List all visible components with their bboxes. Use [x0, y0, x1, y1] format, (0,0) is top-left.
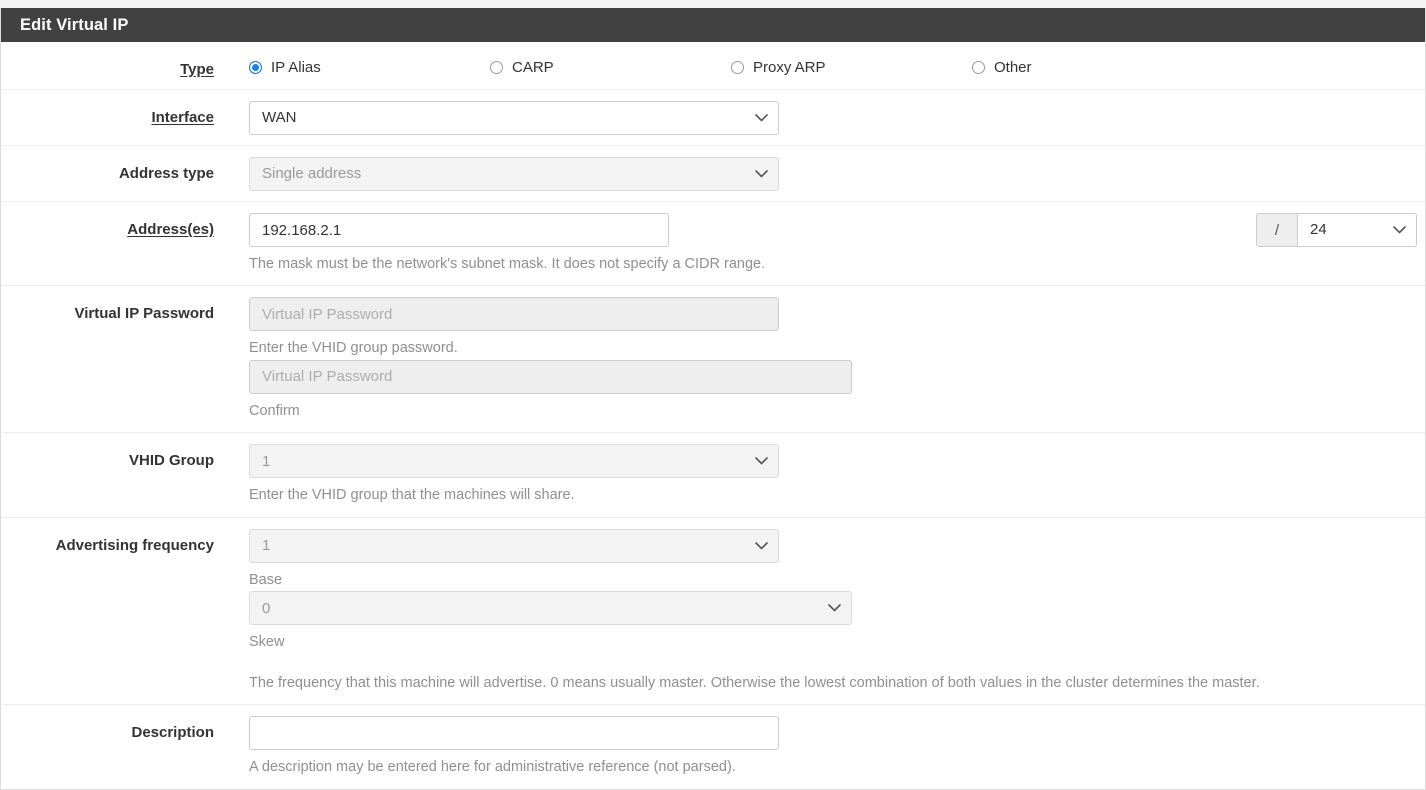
fields-address-type: Single address	[214, 157, 1425, 191]
cidr-slash-addon: /	[1256, 213, 1297, 247]
fields-addresses: / 24 The mask	[214, 213, 1425, 275]
vip-password-help-text: Enter the VHID group password.	[249, 340, 458, 357]
radio-option-proxy-arp[interactable]: Proxy ARP	[731, 59, 972, 76]
form-row-advertising-frequency: Advertising frequency 1 Base 0 Skew The …	[1, 518, 1425, 706]
radio-label-ip-alias: IP Alias	[271, 59, 321, 76]
cidr-select[interactable]: 24	[1297, 213, 1417, 247]
advfreq-skew-help-text: Skew	[249, 634, 285, 651]
radio-option-carp[interactable]: CARP	[490, 59, 731, 76]
label-address-type: Address type	[118, 165, 214, 182]
form-row-type: Type IP Alias CARP Proxy ARP Other	[1, 42, 1425, 90]
edit-virtual-ip-panel: Edit Virtual IP Type IP Alias CARP Proxy…	[0, 8, 1426, 790]
advfreq-base-select[interactable]: 1	[249, 528, 779, 563]
vip-password-input[interactable]	[249, 297, 779, 332]
panel-body: Type IP Alias CARP Proxy ARP Other Inter…	[1, 42, 1425, 789]
label-vhid-group: VHID Group	[129, 452, 214, 470]
radio-icon-ip-alias[interactable]	[249, 61, 262, 74]
radio-option-ip-alias[interactable]: IP Alias	[249, 59, 490, 76]
vip-password-confirm-help-text: Confirm	[249, 402, 300, 419]
advfreq-base-help-text: Base	[249, 571, 283, 588]
vhid-group-help-text: Enter the VHID group that the machines w…	[249, 487, 575, 504]
fields-vip-password: Enter the VHID group password. Confirm	[214, 297, 1425, 422]
radio-label-proxy-arp: Proxy ARP	[753, 59, 826, 76]
advertising-frequency-help-text: The frequency that this machine will adv…	[249, 674, 1260, 691]
label-advertising-frequency: Advertising frequency	[55, 536, 214, 554]
form-row-description: Description A description may be entered…	[1, 705, 1425, 788]
radio-icon-proxy-arp[interactable]	[731, 61, 744, 74]
radio-label-other: Other	[994, 59, 1032, 76]
label-vip-password: Virtual IP Password	[74, 305, 214, 323]
fields-vhid-group: 1 Enter the VHID group that the machines…	[214, 444, 1425, 506]
fields-type: IP Alias CARP Proxy ARP Other	[214, 53, 1425, 76]
label-interface: Interface	[151, 109, 214, 126]
panel-heading: Edit Virtual IP	[1, 8, 1425, 42]
fields-description: A description may be entered here for ad…	[214, 716, 1425, 778]
form-row-address-type: Address type Single address	[1, 146, 1425, 202]
fields-interface: WAN	[214, 101, 1425, 135]
interface-select[interactable]: WAN	[249, 101, 779, 135]
description-help-text: A description may be entered here for ad…	[249, 759, 736, 776]
page-title: Edit Virtual IP	[20, 15, 129, 34]
form-row-interface: Interface WAN	[1, 90, 1425, 146]
form-row-vhid-group: VHID Group 1 Enter the VHID group that t…	[1, 433, 1425, 518]
radio-icon-other[interactable]	[972, 61, 985, 74]
form-row-addresses: Address(es) / 24	[1, 202, 1425, 287]
vhid-group-select[interactable]: 1	[249, 444, 779, 479]
radio-label-carp: CARP	[512, 59, 554, 76]
address-input[interactable]	[249, 213, 669, 247]
label-description: Description	[131, 724, 214, 742]
description-input[interactable]	[249, 716, 779, 751]
advfreq-skew-select[interactable]: 0	[249, 591, 852, 626]
address-type-select[interactable]: Single address	[249, 157, 779, 191]
vip-password-confirm-input[interactable]	[249, 359, 852, 394]
radio-icon-carp[interactable]	[490, 61, 503, 74]
fields-advertising-frequency: 1 Base 0 Skew The frequency that this ma…	[214, 528, 1425, 694]
label-addresses: Address(es)	[127, 221, 214, 238]
label-type: Type	[180, 61, 214, 78]
radio-option-other[interactable]: Other	[972, 59, 1032, 76]
type-radio-group: IP Alias CARP Proxy ARP Other	[249, 53, 1417, 76]
form-row-vip-password: Virtual IP Password Enter the VHID group…	[1, 286, 1425, 434]
cidr-input-group: / 24	[1256, 213, 1417, 247]
addresses-help-text: The mask must be the network's subnet ma…	[249, 256, 766, 272]
